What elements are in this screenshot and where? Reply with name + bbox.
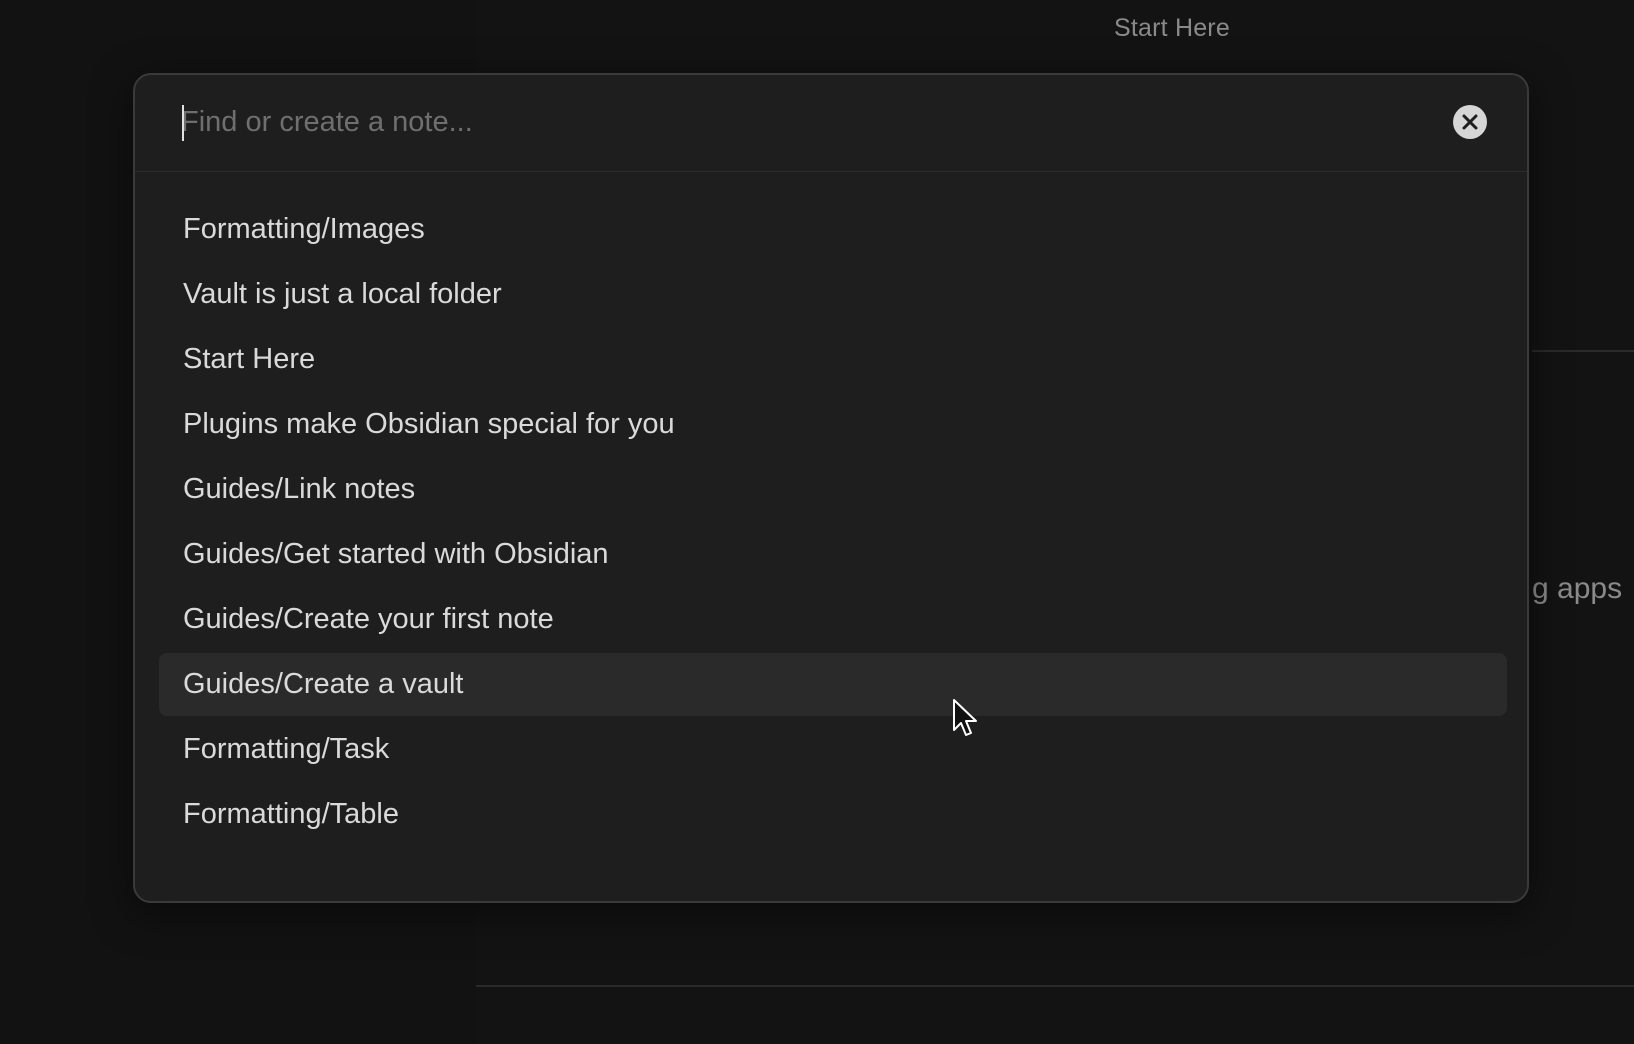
- result-item[interactable]: Guides/Create a vault: [159, 653, 1507, 716]
- result-item[interactable]: Guides/Create your first note: [159, 588, 1507, 651]
- background-note-text: g apps: [1532, 572, 1623, 605]
- clear-search-button[interactable]: [1453, 105, 1487, 139]
- result-item[interactable]: Guides/Link notes: [159, 458, 1507, 521]
- quick-switcher-modal: Formatting/Images Vault is just a local …: [133, 73, 1529, 903]
- result-item[interactable]: Guides/Get started with Obsidian: [159, 523, 1507, 586]
- result-item[interactable]: Formatting/Task: [159, 718, 1507, 781]
- close-icon: [1462, 114, 1478, 130]
- result-item[interactable]: Start Here: [159, 328, 1507, 391]
- result-item[interactable]: Plugins make Obsidian special for you: [159, 393, 1507, 456]
- search-results-list: Formatting/Images Vault is just a local …: [159, 198, 1507, 848]
- result-item[interactable]: Formatting/Table: [159, 783, 1507, 846]
- background-tab-title[interactable]: Start Here: [1114, 14, 1230, 43]
- text-caret: [182, 105, 184, 141]
- result-item[interactable]: Vault is just a local folder: [159, 263, 1507, 326]
- result-item[interactable]: Formatting/Images: [159, 198, 1507, 261]
- background-divider: [1532, 350, 1634, 352]
- background-divider: [476, 985, 1634, 987]
- note-search-input[interactable]: [181, 95, 1411, 149]
- search-row: [135, 75, 1527, 172]
